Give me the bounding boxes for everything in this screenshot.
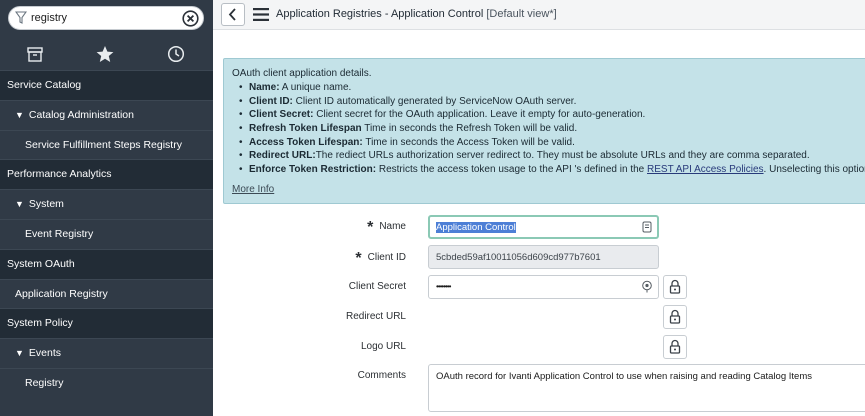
redirect-url-label: Redirect URL [345, 311, 406, 322]
filter-icon [15, 11, 27, 24]
clear-filter-icon[interactable] [182, 10, 199, 27]
bullet-term: Enforce Token Restriction: [249, 164, 377, 176]
name-value: Application Control [436, 222, 516, 233]
chevron-left-icon [228, 8, 236, 21]
info-bullet: Name: A unique name. [239, 82, 865, 96]
info-bullet: Access Token Lifespan: Time in seconds t… [239, 136, 865, 151]
info-bullet: Refresh Token Lifespan Time in seconds t… [239, 123, 865, 137]
archive-icon[interactable] [25, 44, 45, 64]
client-secret-field[interactable]: •••••••• [428, 275, 659, 299]
record-title: Application Registries - Application Con… [276, 8, 484, 20]
field-info-icon[interactable] [642, 221, 652, 233]
nav-section-system-oauth[interactable]: System OAuth [0, 248, 213, 279]
nav-link-service-fulfillment-steps-registry[interactable]: Service Fulfillment Steps Registry [0, 129, 213, 160]
client-id-label: * Client ID [355, 250, 406, 268]
filter-navigator[interactable] [8, 6, 204, 30]
more-info-link[interactable]: More Info [232, 184, 274, 195]
bullet-text: Time in seconds the Refresh Token will b… [361, 123, 578, 135]
expanded-triangle-icon: ▼ [15, 199, 24, 210]
client-secret-lock-button[interactable] [663, 275, 687, 299]
info-bullet: Redirect URL:The rediect URLs authorizat… [239, 150, 865, 164]
nav-link-application-registry[interactable]: Application Registry [0, 278, 213, 309]
reveal-secret-icon[interactable] [641, 280, 653, 293]
info-intro: OAuth client application details. [232, 68, 372, 79]
bullet-text: Restricts the access token usage to the … [376, 164, 648, 176]
required-asterisk-icon: * [367, 219, 374, 236]
client-secret-label: Client Secret [348, 281, 406, 292]
bullet-term: Client ID: [249, 95, 293, 107]
rest-api-access-policies-link[interactable]: REST API Access Policies [647, 164, 764, 175]
nav-link-registry[interactable]: Registry [0, 367, 213, 398]
bullet-text: Client secret for the OAuth application.… [313, 109, 646, 121]
comments-field[interactable]: OAuth record for Ivanti Application Cont… [428, 364, 865, 412]
lock-icon [669, 309, 681, 324]
bullet-term: Redirect URL: [249, 150, 316, 162]
oauth-info-message: OAuth client application details. Name: … [223, 58, 865, 204]
comments-label: Comments [357, 370, 406, 381]
nav-section-system-policy[interactable]: System Policy [0, 308, 213, 339]
expanded-triangle-icon: ▼ [15, 348, 24, 359]
bullet-text: . Unselecting this option would allow ac… [763, 164, 865, 176]
required-asterisk-icon: * [355, 250, 362, 267]
nav-label: Events [28, 347, 62, 360]
redirect-url-lock-button[interactable] [663, 305, 687, 329]
client-secret-value: •••••••• [436, 282, 451, 291]
clock-icon[interactable] [166, 44, 186, 64]
nav-label: Catalog Administration [28, 108, 134, 121]
star-icon[interactable] [95, 44, 115, 64]
logo-url-label: Logo URL [360, 341, 406, 352]
page-title: Application Registries - Application Con… [276, 8, 557, 20]
name-label: * Name [367, 219, 406, 237]
bullet-text: A unique name. [279, 82, 352, 93]
bullet-text: Time in seconds the Access Token will be… [362, 136, 575, 148]
back-button[interactable] [221, 3, 245, 26]
nav-label: System [28, 198, 64, 211]
nav-module-system[interactable]: ▼ System [0, 189, 213, 219]
info-bullet-list: Name: A unique name. Client ID: Client I… [239, 82, 865, 178]
navigator-menu: Service Catalog ▼ Catalog Administration … [0, 70, 213, 398]
lock-icon [669, 339, 681, 354]
info-bullet: Enforce Token Restriction: Restricts the… [239, 164, 865, 178]
navigator-sidebar: Service Catalog ▼Catalog Administration … [0, 0, 213, 416]
hamburger-menu-icon[interactable] [253, 8, 269, 21]
info-bullet: Client ID: Client ID automatically gener… [239, 95, 865, 110]
form-header: Application Registries - Application Con… [213, 0, 865, 30]
nav-module-catalog-administration[interactable]: ▼ Catalog Administration [0, 99, 213, 130]
bullet-term: Access Token Lifespan: [249, 136, 363, 148]
logo-url-lock-button[interactable] [663, 335, 687, 359]
nav-section-service-catalog[interactable]: Service Catalog [0, 70, 213, 100]
navigator-tabs [0, 38, 213, 70]
bullet-term: Refresh Token Lifespan [249, 123, 362, 135]
expanded-triangle-icon: ▼ [15, 109, 24, 120]
filter-input[interactable] [31, 10, 181, 26]
nav-module-events[interactable]: ▼ Events [0, 338, 213, 368]
nav-section-performance-analytics[interactable]: Performance Analytics [0, 159, 213, 190]
bullet-text: The rediect URLs authorization server re… [315, 150, 810, 162]
info-bullet: Client Secret: Client secret for the OAu… [239, 109, 865, 123]
client-id-field: 5cbded59af10011056d609cd977b7601 [428, 245, 659, 269]
view-name: [Default view*] [486, 8, 557, 20]
bullet-term: Name: [249, 82, 280, 93]
label-text: Name [379, 221, 406, 232]
label-text: Client ID [367, 252, 406, 263]
bullet-term: Client Secret: [249, 109, 314, 121]
nav-link-event-registry[interactable]: Event Registry [0, 218, 213, 249]
name-field[interactable]: Application Control [428, 215, 659, 239]
lock-icon [669, 279, 681, 294]
bullet-text: Client ID automatically generated by Ser… [292, 95, 577, 107]
